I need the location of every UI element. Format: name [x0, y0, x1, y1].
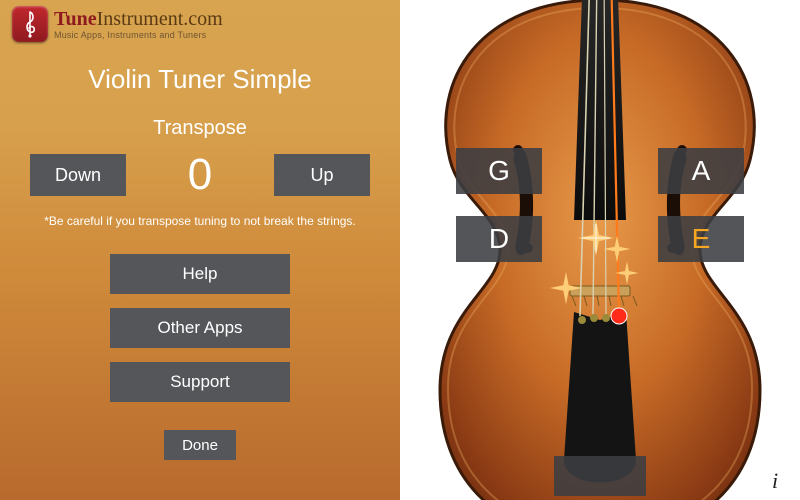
menu: Help Other Apps Support — [110, 254, 290, 402]
transpose-controls: Down 0 Up — [30, 150, 370, 200]
string-e-button[interactable]: E — [658, 216, 744, 262]
instrument-panel: G D A E i — [400, 0, 800, 500]
other-apps-button[interactable]: Other Apps — [110, 308, 290, 348]
app-root: TuneInstrument.com Music Apps, Instrumen… — [0, 0, 800, 500]
brand-title-rest: Instrument.com — [97, 8, 223, 30]
brand-logo — [12, 6, 48, 42]
transpose-warning: *Be careful if you transpose tuning to n… — [44, 214, 356, 228]
done-button[interactable]: Done — [164, 430, 236, 460]
brand-text: TuneInstrument.com Music Apps, Instrumen… — [54, 9, 223, 40]
treble-clef-icon — [20, 10, 40, 38]
settings-panel: TuneInstrument.com Music Apps, Instrumen… — [0, 0, 400, 500]
brand-title-tune: Tune — [54, 8, 97, 30]
brand-header: TuneInstrument.com Music Apps, Instrumen… — [12, 6, 223, 42]
help-button[interactable]: Help — [110, 254, 290, 294]
transpose-label: Transpose — [153, 117, 247, 140]
brand-title: TuneInstrument.com — [54, 9, 223, 29]
transpose-down-button[interactable]: Down — [30, 154, 126, 196]
transpose-value: 0 — [188, 150, 212, 200]
brand-tagline: Music Apps, Instruments and Tuners — [54, 31, 223, 40]
page-title: Violin Tuner Simple — [88, 64, 312, 95]
info-button[interactable]: i — [762, 468, 788, 494]
transpose-up-button[interactable]: Up — [274, 154, 370, 196]
string-a-button[interactable]: A — [658, 148, 744, 194]
string-g-button[interactable]: G — [456, 148, 542, 194]
support-button[interactable]: Support — [110, 362, 290, 402]
bottom-handle-button[interactable] — [554, 456, 646, 496]
string-d-button[interactable]: D — [456, 216, 542, 262]
